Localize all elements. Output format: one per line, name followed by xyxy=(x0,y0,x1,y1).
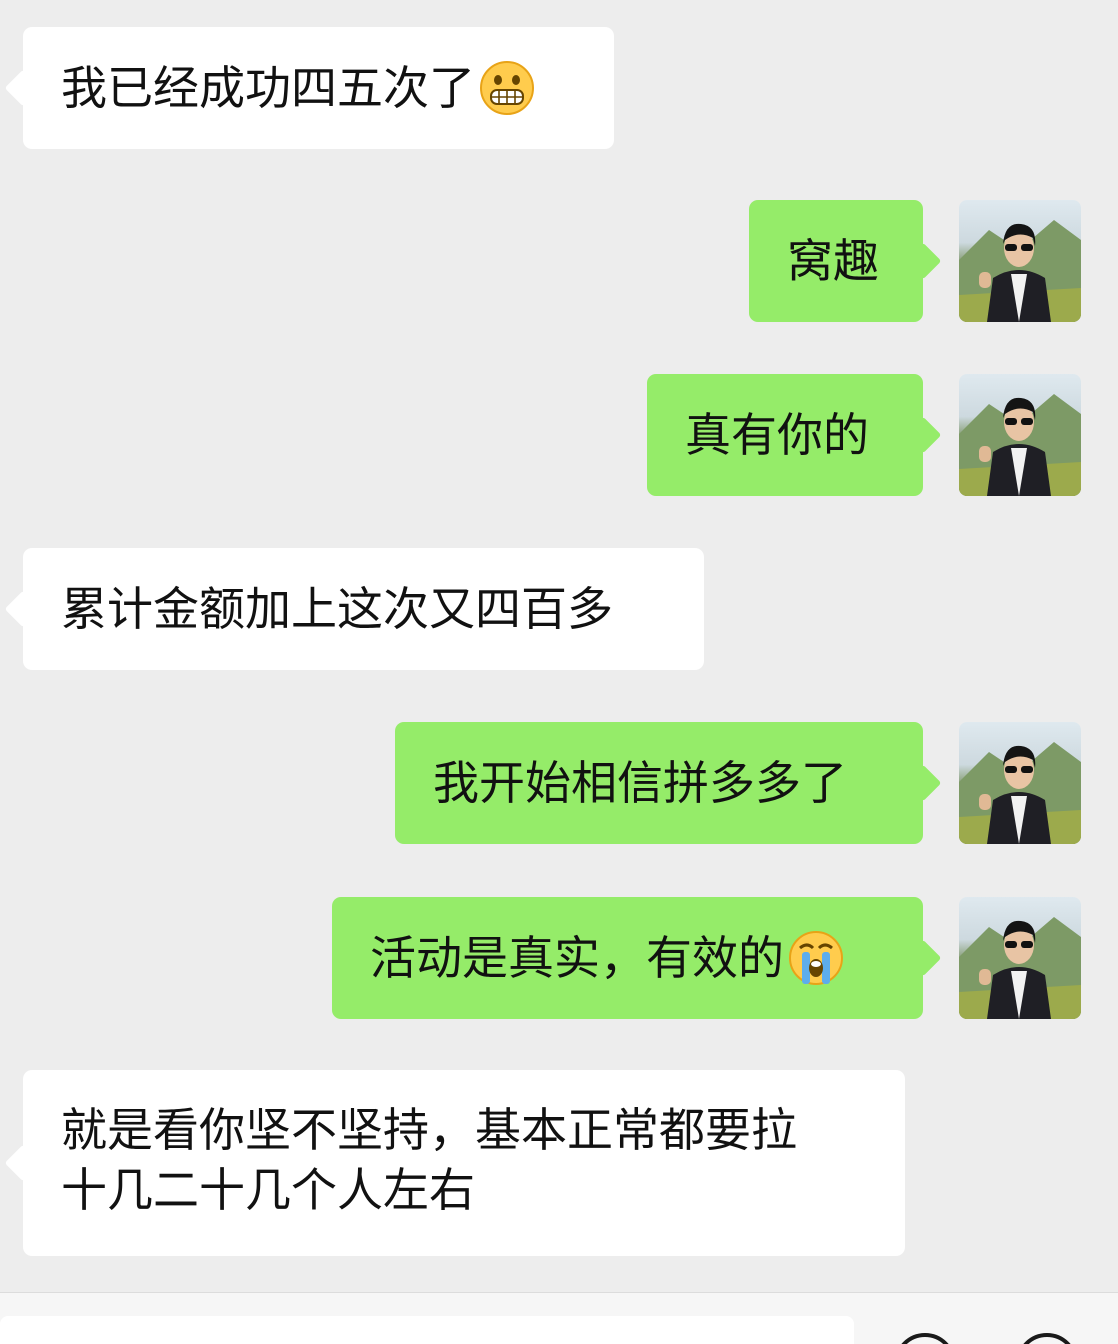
user-avatar[interactable] xyxy=(959,200,1081,322)
user-avatar[interactable] xyxy=(959,897,1081,1019)
chat-window: 我已经成功四五次了 窝趣 真有你的 累计金额加上这次又四百多 我开始相信拼多多了… xyxy=(0,0,1118,1344)
message-text: 活动是真实，有效的 xyxy=(370,931,784,985)
crying-emoji-icon xyxy=(788,930,844,986)
message-bubble-incoming[interactable]: 累计金额加上这次又四百多 xyxy=(23,548,704,670)
user-avatar[interactable] xyxy=(959,722,1081,844)
message-bubble-outgoing[interactable]: 我开始相信拼多多了 xyxy=(395,722,923,844)
message-bubble-outgoing[interactable]: 窝趣 xyxy=(749,200,923,322)
message-input[interactable] xyxy=(0,1316,854,1344)
grin-emoji-icon xyxy=(479,60,535,116)
message-text: 我开始相信拼多多了 xyxy=(433,756,847,810)
message-bubble-incoming[interactable]: 就是看你坚不坚持，基本正常都要拉 十几二十几个人左右 xyxy=(23,1070,905,1256)
message-text-line-2: 十几二十几个人左右 xyxy=(61,1163,475,1217)
user-avatar[interactable] xyxy=(959,374,1081,496)
message-text: 我已经成功四五次了 xyxy=(61,61,475,115)
message-text-line-1: 就是看你坚不坚持，基本正常都要拉 xyxy=(61,1103,797,1157)
message-text: 真有你的 xyxy=(685,408,869,462)
message-text: 累计金额加上这次又四百多 xyxy=(61,582,613,636)
message-bubble-outgoing[interactable]: 活动是真实，有效的 xyxy=(332,897,923,1019)
message-text: 窝趣 xyxy=(787,234,879,288)
message-bubble-incoming[interactable]: 我已经成功四五次了 xyxy=(23,27,614,149)
message-bubble-outgoing[interactable]: 真有你的 xyxy=(647,374,923,496)
